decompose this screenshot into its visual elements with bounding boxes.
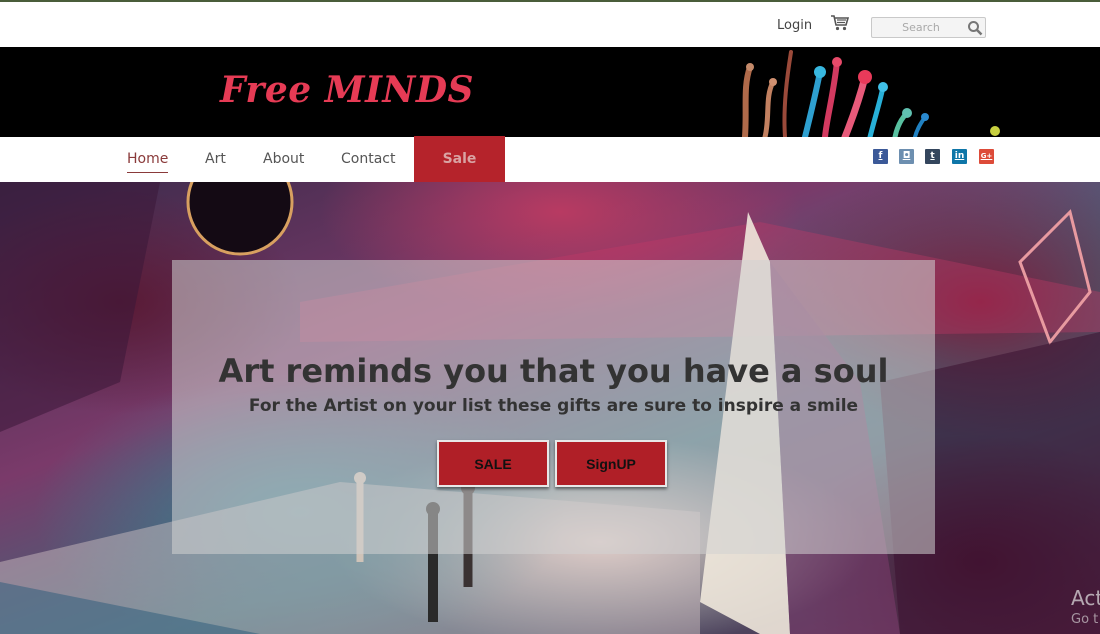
nav-about[interactable]: About [263, 151, 304, 167]
cart-icon[interactable] [830, 13, 850, 33]
activation-watermark-sub: Go t [1071, 612, 1099, 627]
site-logo[interactable]: Free MINDS [220, 69, 474, 111]
signup-button[interactable]: SignUP [555, 440, 667, 487]
nav-art[interactable]: Art [205, 151, 226, 167]
linkedin-icon[interactable]: in [952, 149, 967, 164]
tumblr-icon[interactable]: t [925, 149, 940, 164]
instagram-icon[interactable]: ◘ [899, 149, 914, 164]
nav-contact[interactable]: Contact [341, 151, 395, 167]
hero-banner: Art reminds you that you have a soul For… [0, 182, 1100, 634]
search-input[interactable] [876, 19, 966, 36]
hero-overlay: Art reminds you that you have a soul For… [172, 260, 935, 554]
nav-sale[interactable]: Sale [414, 136, 505, 182]
top-bar: Login [0, 0, 1100, 47]
site-header: Free MINDS [0, 47, 1100, 137]
main-nav: Home Art About Contact Sale f ◘ t in G+ [0, 136, 1100, 182]
googleplus-icon[interactable]: G+ [979, 149, 994, 164]
sale-button[interactable]: SALE [437, 440, 549, 487]
paint-splash-decoration [742, 50, 1000, 137]
nav-home[interactable]: Home [127, 151, 169, 173]
magnifier-icon[interactable] [967, 20, 983, 36]
login-link[interactable]: Login [777, 18, 812, 33]
hero-headline: Art reminds you that you have a soul [218, 352, 889, 390]
facebook-icon[interactable]: f [873, 149, 888, 164]
activation-watermark: Act [1071, 586, 1100, 610]
hero-subline: For the Artist on your list these gifts … [248, 396, 859, 416]
search-box [871, 17, 986, 38]
